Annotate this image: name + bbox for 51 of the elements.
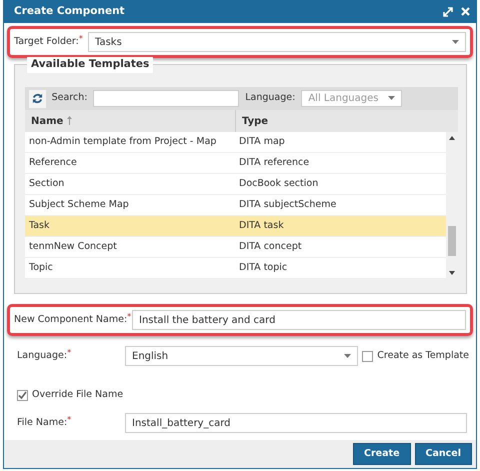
checkbox[interactable] xyxy=(17,390,28,401)
table-row[interactable]: Task DITA task xyxy=(25,216,446,237)
table-row[interactable]: Topic DITA topic xyxy=(25,258,446,279)
table-cell-text: DITA concept xyxy=(238,240,303,254)
checkbox-label: Override File Name xyxy=(32,388,124,402)
table-cell-text: Section xyxy=(28,176,66,191)
table-row[interactable]: Section DocBook section xyxy=(25,174,446,195)
table-row[interactable]: non-Admin template from Project - Map DITA map xyxy=(25,132,446,153)
table-cell-text: non-Admin template from Project - Map xyxy=(28,134,218,149)
refresh-icon[interactable] xyxy=(32,93,43,104)
language-label: Language: xyxy=(245,91,296,106)
table-cell-text: DITA reference xyxy=(238,156,310,170)
search-field[interactable] xyxy=(93,90,240,107)
table-cell-text: Subject Scheme Map xyxy=(28,198,130,212)
file-name-field[interactable]: Install_battery_card xyxy=(125,413,467,434)
table-cell-text: DITA topic xyxy=(238,260,288,275)
dropdown-caret-icon[interactable] xyxy=(452,40,459,44)
field-label: New Component Name:$^{*}$ xyxy=(14,312,132,327)
panel-legend: Available Templates xyxy=(27,57,154,73)
window-title: Create Component xyxy=(14,4,125,19)
target-folder-dropdown[interactable]: Tasks xyxy=(88,32,466,52)
table-cell-text: Reference xyxy=(28,156,78,170)
scrollbar-thumb[interactable] xyxy=(448,226,456,256)
checkbox-label: Create as Template xyxy=(377,348,469,363)
checkbox[interactable] xyxy=(362,350,374,362)
table-cell-text: Task xyxy=(28,218,51,233)
dropdown-caret-icon[interactable] xyxy=(388,96,395,100)
table-row[interactable]: tenmNew Concept DITA concept xyxy=(25,237,446,258)
table-cell-text: DITA map xyxy=(238,134,286,149)
table-row[interactable]: Subject Scheme Map DITA subjectScheme xyxy=(25,195,446,216)
field-label: File Name:$^{*}$ xyxy=(17,416,72,430)
field-label: Target Folder:$^{*}$ xyxy=(14,34,84,49)
table-cell-text: DocBook section xyxy=(238,176,320,191)
table-cell-text: Topic xyxy=(28,260,54,275)
table-cell-text: DITA task xyxy=(238,218,285,233)
field-label: Language:$^{*}$ xyxy=(17,348,72,363)
scroll-up-icon[interactable] xyxy=(449,136,455,140)
search-label: Search: xyxy=(52,91,88,106)
refresh-button[interactable] xyxy=(29,90,46,108)
dialog-button[interactable]: Cancel xyxy=(414,442,472,466)
dropdown-caret-icon[interactable] xyxy=(344,354,352,358)
expand-icon[interactable] xyxy=(443,6,453,16)
component-name-field[interactable]: Install the battery and card xyxy=(132,310,466,330)
scroll-down-icon[interactable] xyxy=(449,271,455,275)
table-cell-text: tenmNew Concept xyxy=(28,240,118,254)
column-header[interactable]: Name xyxy=(25,110,235,132)
table-cell-text: DITA subjectScheme xyxy=(238,198,338,212)
dialog-button[interactable]: Create xyxy=(353,442,411,466)
close-icon[interactable] xyxy=(461,6,470,16)
table-row[interactable]: Reference DITA reference xyxy=(25,153,446,174)
language-dropdown[interactable]: English xyxy=(125,346,358,366)
